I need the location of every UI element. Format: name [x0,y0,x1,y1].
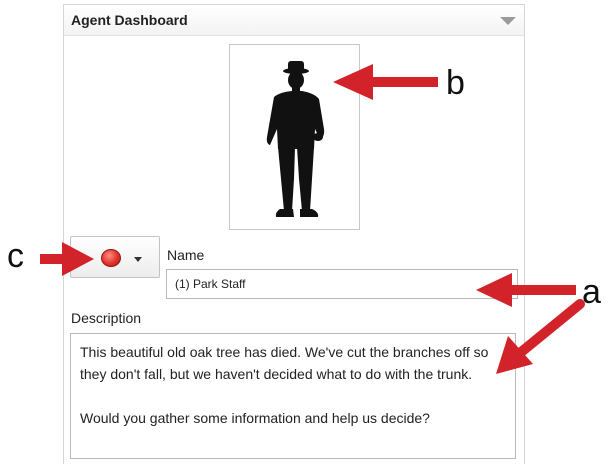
callout-c: c [7,237,24,275]
arrow-c-shaft [40,254,65,264]
annotation-arrows [40,64,585,374]
arrow-b-head [333,64,373,100]
arrow-c-head [62,242,94,276]
arrow-b-shaft [370,77,438,87]
arrow-a-head [476,273,512,307]
callout-b: b [446,64,465,102]
callout-a: a [582,273,601,311]
arrow-a-shaft [508,285,576,295]
